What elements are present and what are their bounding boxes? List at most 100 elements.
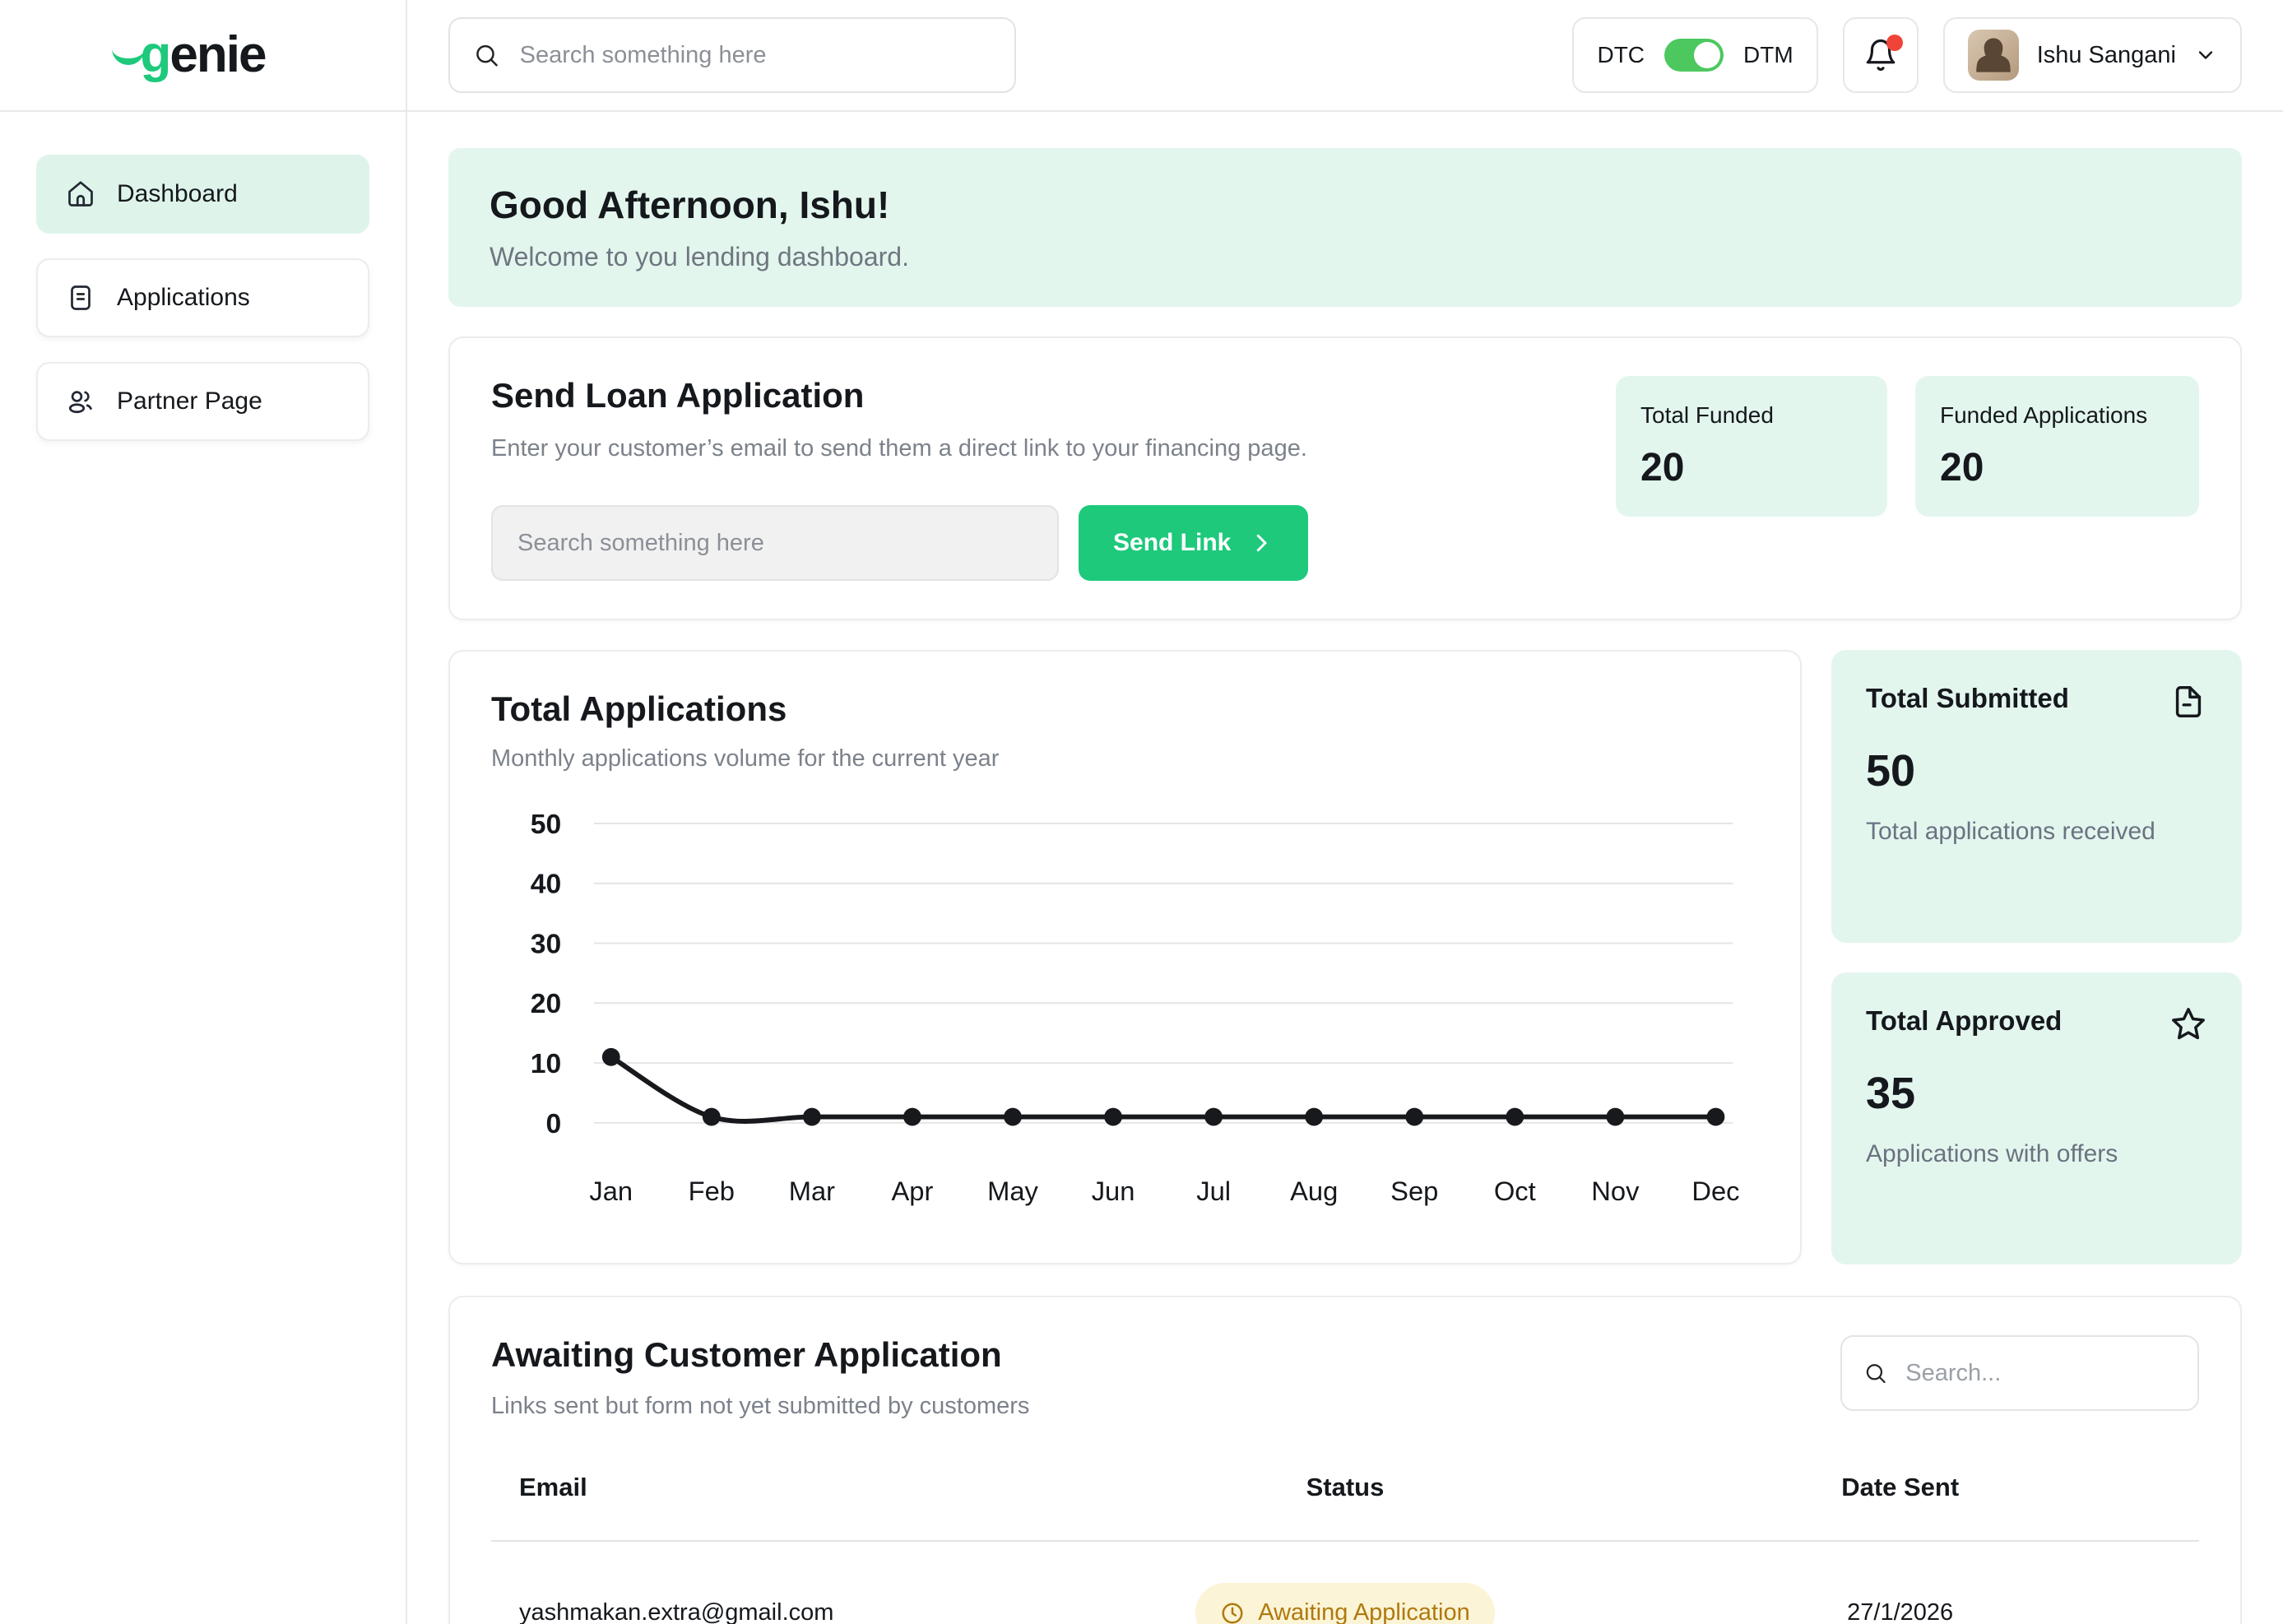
topbar: DTC DTM Ishu Sangani [407, 0, 2283, 112]
svg-text:Nov: Nov [1591, 1176, 1640, 1206]
send-loan-card: Send Loan Application Enter your custome… [448, 336, 2242, 620]
status-badge: Awaiting Application [1195, 1583, 1494, 1624]
svg-text:Mar: Mar [789, 1176, 835, 1206]
content-column: DTC DTM Ishu Sangani Go [407, 0, 2283, 1624]
profile-menu[interactable]: Ishu Sangani [1943, 17, 2242, 93]
status-badge-label: Awaiting Application [1258, 1599, 1469, 1624]
file-text-icon [66, 283, 95, 313]
summary-cards: Total Submitted 50 Total applications re… [1831, 650, 2242, 1264]
total-submitted-card: Total Submitted 50 Total applications re… [1831, 650, 2242, 943]
svg-text:0: 0 [546, 1108, 562, 1139]
global-search [448, 17, 1016, 93]
column-header-status: Status [1089, 1473, 1602, 1502]
sidebar-item-label: Dashboard [117, 180, 238, 208]
notification-dot [1886, 35, 1903, 51]
svg-text:May: May [987, 1176, 1038, 1206]
clock-icon [1220, 1601, 1245, 1624]
table-row: yashmakan.extra@gmail.com Awaiting Appli… [491, 1542, 2199, 1624]
main-content: Good Afternoon, Ishu! Welcome to you len… [407, 112, 2283, 1624]
sidebar: genie Dashboard Applications Partner Pag… [0, 0, 407, 1624]
column-header-date-sent: Date Sent [1601, 1473, 2199, 1502]
total-submitted-head: Total Submitted [1866, 683, 2207, 721]
toggle-left-label: DTC [1597, 42, 1645, 68]
total-submitted-value: 50 [1866, 745, 2207, 796]
applications-line-chart: 01020304050JanFebMarAprMayJunJulAugSepOc… [491, 797, 1759, 1225]
chart-subtitle: Monthly applications volume for the curr… [491, 745, 1759, 773]
sidebar-item-dashboard[interactable]: Dashboard [36, 155, 369, 234]
awaiting-applications-card: Awaiting Customer Application Links sent… [448, 1296, 2242, 1624]
global-search-input[interactable] [518, 41, 991, 70]
logo-text: genie [141, 30, 266, 81]
svg-text:20: 20 [531, 988, 562, 1019]
customer-email-input[interactable] [491, 505, 1059, 581]
svg-text:Jan: Jan [589, 1176, 633, 1206]
svg-text:Sep: Sep [1390, 1176, 1438, 1206]
awaiting-header-text: Awaiting Customer Application Links sent… [491, 1335, 1029, 1420]
app-root: genie Dashboard Applications Partner Pag… [0, 0, 2283, 1624]
funded-applications-card: Funded Applications 20 [1915, 376, 2199, 517]
awaiting-title: Awaiting Customer Application [491, 1335, 1029, 1375]
total-approved-value: 35 [1866, 1068, 2207, 1119]
chevron-down-icon [2194, 44, 2217, 67]
total-funded-label: Total Funded [1640, 402, 1863, 429]
total-approved-description: Applications with offers [1866, 1140, 2207, 1168]
search-icon [473, 40, 500, 70]
middle-row: Total Applications Monthly applications … [448, 650, 2242, 1264]
search-icon [1863, 1359, 1887, 1387]
sidebar-item-label: Partner Page [117, 387, 262, 415]
greeting-banner: Good Afternoon, Ishu! Welcome to you len… [448, 148, 2242, 307]
toggle-right-label: DTM [1743, 42, 1793, 68]
svg-text:Apr: Apr [891, 1176, 933, 1206]
send-link-button[interactable]: Send Link [1079, 505, 1308, 581]
total-approved-label: Total Approved [1866, 1005, 2062, 1037]
sidebar-item-label: Applications [117, 284, 250, 312]
send-loan-title: Send Loan Application [491, 376, 1583, 415]
chevron-right-icon [1249, 531, 1274, 555]
awaiting-search [1840, 1335, 2199, 1411]
greeting-title: Good Afternoon, Ishu! [490, 183, 2201, 227]
row-status-cell: Awaiting Application [1089, 1583, 1602, 1624]
toggle-knob [1694, 42, 1720, 68]
file-text-icon [2169, 683, 2207, 721]
total-funded-value: 20 [1640, 445, 1863, 490]
avatar-silhouette [1968, 30, 2019, 81]
funded-applications-value: 20 [1940, 445, 2174, 490]
notifications-button[interactable] [1843, 17, 1919, 93]
funded-applications-label: Funded Applications [1940, 402, 2174, 429]
home-icon [66, 179, 95, 209]
bell-wrap [1863, 38, 1898, 72]
sidebar-nav: Dashboard Applications Partner Page [0, 112, 406, 508]
total-applications-chart-card: Total Applications Monthly applications … [448, 650, 1802, 1264]
column-header-email: Email [491, 1473, 1089, 1502]
greeting-subtitle: Welcome to you lending dashboard. [490, 242, 2201, 272]
star-icon [2169, 1005, 2207, 1043]
user-name: Ishu Sangani [2037, 42, 2176, 69]
svg-text:Jun: Jun [1092, 1176, 1135, 1206]
svg-text:50: 50 [531, 809, 562, 840]
users-icon [66, 387, 95, 416]
send-loan-left: Send Loan Application Enter your custome… [491, 376, 1583, 581]
toggle-switch[interactable] [1664, 39, 1724, 72]
dtc-dtm-toggle[interactable]: DTC DTM [1572, 17, 1817, 93]
svg-text:Jul: Jul [1196, 1176, 1231, 1206]
sidebar-item-partner-page[interactable]: Partner Page [36, 362, 369, 441]
svg-text:Aug: Aug [1290, 1176, 1338, 1206]
avatar [1968, 30, 2019, 81]
row-date-sent: 27/1/2026 [1601, 1599, 2199, 1624]
awaiting-subtitle: Links sent but form not yet submitted by… [491, 1393, 1029, 1420]
total-funded-card: Total Funded 20 [1616, 376, 1887, 517]
awaiting-search-input[interactable] [1904, 1359, 2176, 1388]
table-header-row: Email Status Date Sent [491, 1473, 2199, 1502]
send-loan-form: Send Link [491, 505, 1583, 581]
sidebar-item-applications[interactable]: Applications [36, 258, 369, 337]
total-approved-card: Total Approved 35 Applications with offe… [1831, 972, 2242, 1265]
svg-text:Oct: Oct [1494, 1176, 1536, 1206]
total-submitted-label: Total Submitted [1866, 683, 2069, 714]
funded-stats: Total Funded 20 Funded Applications 20 [1616, 376, 2199, 581]
send-loan-subtitle: Enter your customer’s email to send them… [491, 435, 1583, 462]
total-submitted-description: Total applications received [1866, 818, 2207, 846]
total-approved-head: Total Approved [1866, 1005, 2207, 1043]
send-link-label: Send Link [1113, 529, 1231, 557]
svg-text:Feb: Feb [689, 1176, 735, 1206]
logo: genie [0, 0, 406, 112]
